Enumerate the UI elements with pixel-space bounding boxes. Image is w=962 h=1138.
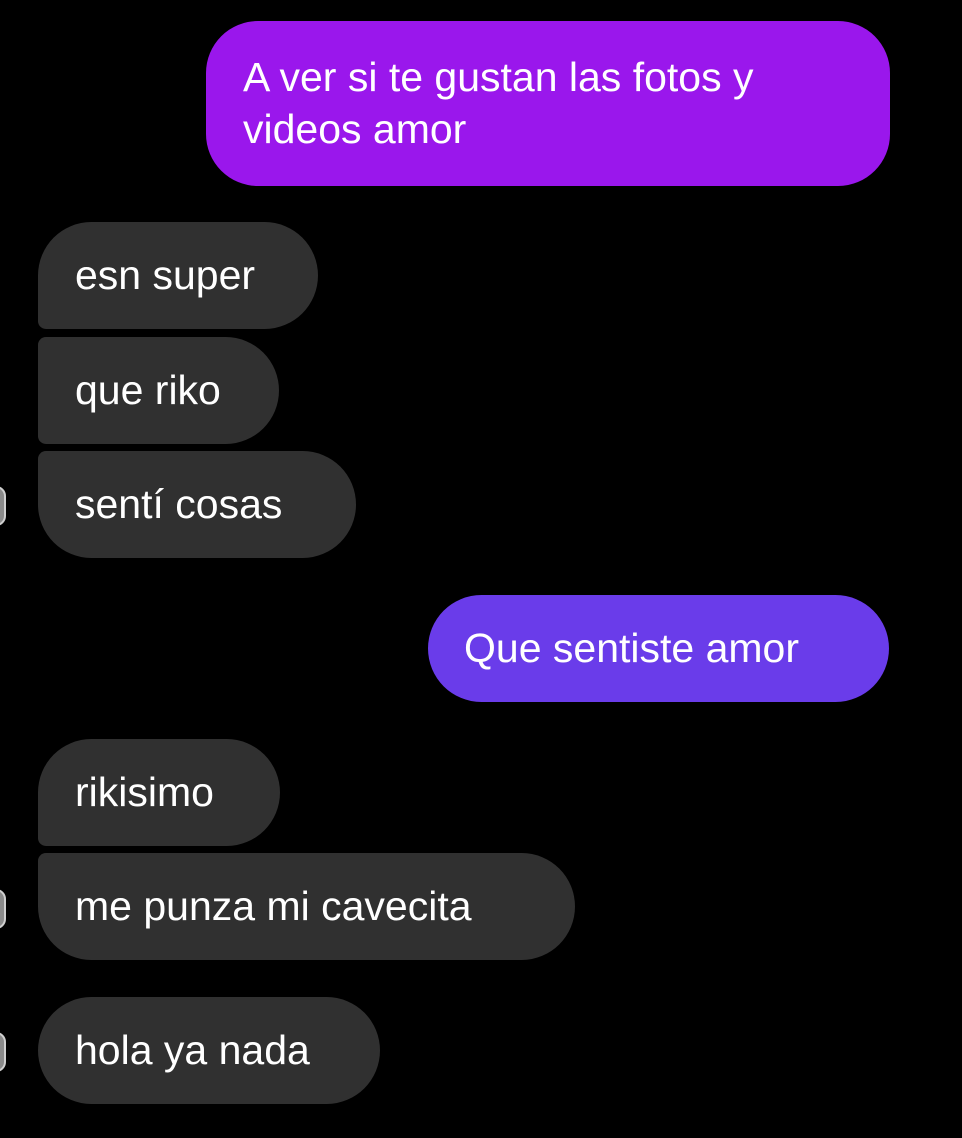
sender-avatar[interactable] [0, 486, 6, 526]
incoming-message-bubble[interactable]: rikisimo [38, 739, 280, 846]
sender-avatar[interactable] [0, 889, 6, 929]
incoming-message-bubble[interactable]: esn super [38, 222, 318, 329]
incoming-message-bubble[interactable]: hola ya nada [38, 997, 380, 1104]
outgoing-message-bubble[interactable]: A ver si te gustan las fotos y videos am… [206, 21, 890, 186]
incoming-message-bubble[interactable]: que riko [38, 337, 279, 444]
outgoing-message-bubble[interactable]: Que sentiste amor [428, 595, 889, 702]
incoming-message-bubble[interactable]: me punza mi cavecita [38, 853, 575, 960]
sender-avatar[interactable] [0, 1032, 6, 1072]
incoming-message-bubble[interactable]: sentí cosas [38, 451, 356, 558]
